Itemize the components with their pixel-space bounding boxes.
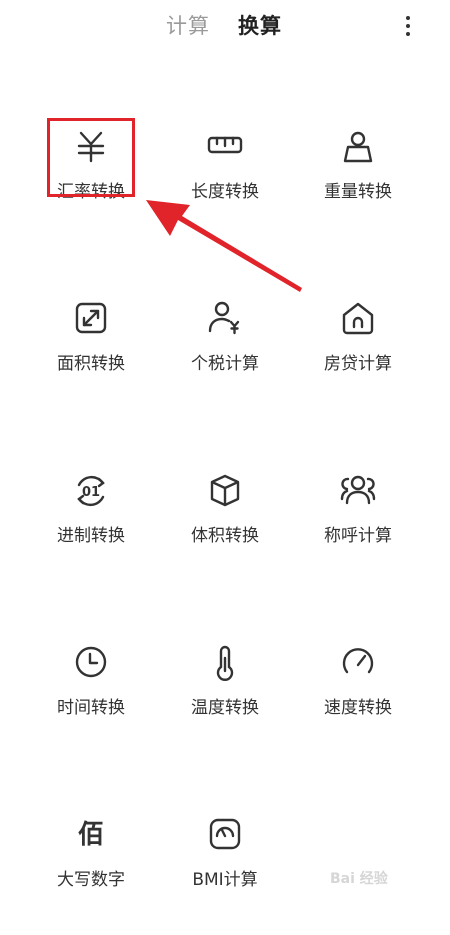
tool-number-base[interactable]: 01 进制转换 bbox=[16, 471, 166, 591]
tool-bmi[interactable]: BMI计算 bbox=[150, 815, 300, 935]
tool-chinese-numerals[interactable]: 佰 大写数字 bbox=[16, 815, 166, 935]
tool-length[interactable]: 长度转换 bbox=[150, 127, 300, 247]
person-tax-icon bbox=[205, 299, 245, 339]
tool-label: 温度转换 bbox=[191, 698, 259, 718]
people-icon bbox=[338, 471, 378, 511]
bai-character-icon: 佰 bbox=[71, 815, 111, 855]
bmi-gauge-icon bbox=[205, 815, 245, 855]
tool-area[interactable]: 面积转换 bbox=[16, 299, 166, 419]
ruler-icon bbox=[205, 127, 245, 167]
tool-weight[interactable]: 重量转换 bbox=[283, 127, 433, 247]
tool-time[interactable]: 时间转换 bbox=[16, 643, 166, 763]
tool-mortgage[interactable]: 房贷计算 bbox=[283, 299, 433, 419]
tool-label: 时间转换 bbox=[57, 698, 125, 718]
tool-temperature[interactable]: 温度转换 bbox=[150, 643, 300, 763]
binary-text: 01 bbox=[82, 485, 100, 500]
house-icon bbox=[338, 299, 378, 339]
tool-label: 重量转换 bbox=[324, 182, 392, 202]
cube-icon bbox=[205, 471, 245, 511]
tool-label: 个税计算 bbox=[191, 354, 259, 374]
tool-label: 长度转换 bbox=[191, 182, 259, 202]
tool-label: 速度转换 bbox=[324, 698, 392, 718]
binary-icon: 01 bbox=[71, 471, 111, 511]
tool-volume[interactable]: 体积转换 bbox=[150, 471, 300, 591]
tool-label: 体积转换 bbox=[191, 526, 259, 546]
tool-label: BMI计算 bbox=[192, 870, 258, 890]
speedometer-icon bbox=[338, 643, 378, 683]
bai-char: 佰 bbox=[77, 820, 104, 850]
tool-label: 面积转换 bbox=[57, 354, 125, 374]
clock-icon bbox=[71, 643, 111, 683]
tool-kinship[interactable]: 称呼计算 bbox=[283, 471, 433, 591]
tool-label: 进制转换 bbox=[57, 526, 125, 546]
tool-speed[interactable]: 速度转换 bbox=[283, 643, 433, 763]
tool-income-tax[interactable]: 个税计算 bbox=[150, 299, 300, 419]
highlight-box bbox=[47, 118, 135, 197]
tool-label: 称呼计算 bbox=[324, 526, 392, 546]
tool-label: 房贷计算 bbox=[324, 354, 392, 374]
tool-label: 大写数字 bbox=[57, 870, 125, 890]
weight-icon bbox=[338, 127, 378, 167]
area-icon bbox=[71, 299, 111, 339]
thermometer-icon bbox=[205, 643, 245, 683]
watermark: Bai 经验 bbox=[330, 871, 388, 887]
